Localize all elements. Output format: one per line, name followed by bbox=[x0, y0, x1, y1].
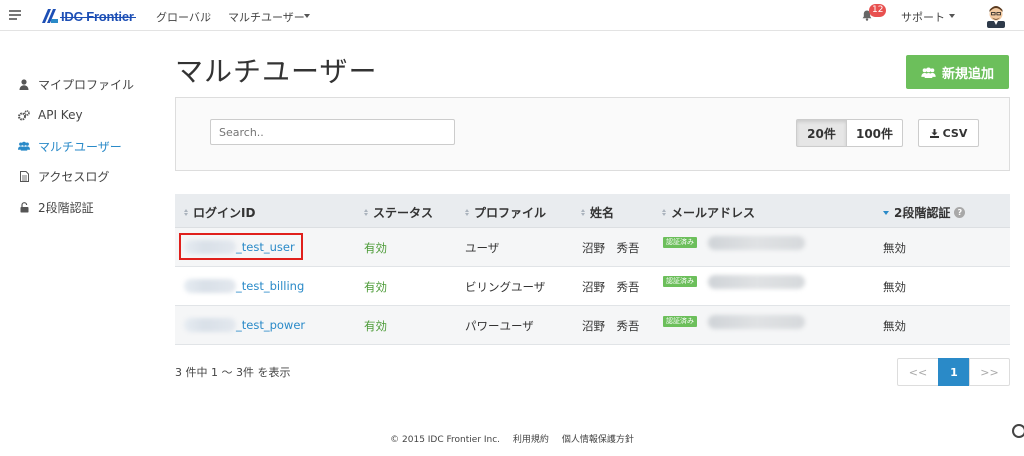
notification-badge: 12 bbox=[869, 4, 887, 17]
verified-badge: 認証済み bbox=[663, 237, 697, 248]
terms-link[interactable]: 利用規約 bbox=[513, 435, 549, 445]
verified-badge: 認証済み bbox=[663, 316, 697, 327]
footer: © 2015 IDC Frontier Inc. 利用規約 個人情報保護方針 bbox=[0, 432, 1024, 445]
redacted-email bbox=[708, 315, 805, 329]
document-icon bbox=[18, 170, 30, 182]
name-text: 沼野 秀吾 bbox=[582, 280, 640, 294]
column-header-email[interactable]: メールアドレス bbox=[662, 204, 755, 221]
logo-underline bbox=[60, 17, 136, 18]
download-icon bbox=[929, 128, 939, 138]
breadcrumb-separator: › bbox=[207, 8, 212, 21]
sort-icon bbox=[184, 209, 188, 216]
name-text: 沼野 秀吾 bbox=[582, 319, 640, 333]
status-text: 有効 bbox=[364, 241, 387, 255]
unlock-icon bbox=[18, 201, 30, 213]
user-icon bbox=[18, 78, 30, 90]
column-header-label: メールアドレス bbox=[671, 206, 756, 220]
profile-text: パワーユーザ bbox=[465, 319, 534, 333]
sort-icon bbox=[662, 209, 666, 216]
breadcrumb-global[interactable]: グローバル bbox=[156, 9, 211, 25]
logo[interactable]: IDC Frontier bbox=[42, 7, 134, 25]
login-id-link[interactable]: _test_billing bbox=[236, 279, 304, 293]
support-menu[interactable]: サポート bbox=[901, 9, 945, 25]
users-icon bbox=[18, 140, 30, 152]
column-header-label: ステータス bbox=[373, 206, 434, 220]
add-user-button[interactable]: 新規追加 bbox=[906, 55, 1009, 89]
sidebar-item-label: アクセスログ bbox=[38, 169, 110, 184]
users-icon bbox=[921, 66, 936, 78]
sidebar-item-my-profile[interactable]: マイプロファイル bbox=[18, 75, 134, 93]
redacted-email bbox=[708, 236, 805, 250]
pagination-next[interactable]: >> bbox=[969, 358, 1010, 386]
page-size-100-button[interactable]: 100件 bbox=[846, 119, 903, 147]
verified-badge: 認証済み bbox=[663, 276, 697, 287]
sidebar-item-multiuser[interactable]: マルチユーザー bbox=[18, 137, 122, 155]
status-text: 有効 bbox=[364, 319, 387, 333]
search-input[interactable] bbox=[210, 119, 455, 145]
column-header-label: 2段階認証 bbox=[894, 206, 951, 220]
column-header-name[interactable]: 姓名 bbox=[581, 204, 614, 221]
sidebar-item-two-factor[interactable]: 2段階認証 bbox=[18, 198, 94, 216]
pagination-page-1[interactable]: 1 bbox=[938, 358, 970, 386]
profile-text: ユーザ bbox=[465, 241, 500, 255]
privacy-link[interactable]: 個人情報保護方針 bbox=[562, 435, 634, 445]
two-factor-text: 無効 bbox=[883, 280, 906, 294]
logo-icon bbox=[42, 9, 58, 23]
column-header-status[interactable]: ステータス bbox=[364, 204, 433, 221]
copyright-text: © 2015 IDC Frontier Inc. bbox=[390, 435, 501, 445]
pagination-prev[interactable]: << bbox=[897, 358, 939, 386]
column-header-label: 姓名 bbox=[590, 206, 615, 220]
redacted-text bbox=[184, 318, 236, 332]
sidebar-item-label: API Key bbox=[38, 108, 83, 122]
result-count: 3 件中 1 ～ 3件 を表示 bbox=[175, 366, 291, 379]
page-size-20-button[interactable]: 20件 bbox=[796, 119, 847, 147]
sort-descending-icon bbox=[883, 210, 889, 215]
menu-icon[interactable] bbox=[9, 10, 21, 20]
sort-icon bbox=[364, 209, 368, 216]
login-id-link[interactable]: _test_power bbox=[236, 318, 305, 332]
chevron-down-icon[interactable] bbox=[304, 14, 310, 18]
scroll-top-icon[interactable] bbox=[1012, 424, 1024, 438]
add-user-button-label: 新規追加 bbox=[941, 66, 994, 82]
sidebar-item-label: マイプロファイル bbox=[38, 77, 135, 92]
highlight-box bbox=[179, 233, 303, 260]
sidebar-item-access-log[interactable]: アクセスログ bbox=[18, 167, 109, 185]
logo-text: IDC Frontier bbox=[61, 8, 134, 24]
csv-button-label: CSV bbox=[942, 126, 968, 140]
sidebar-item-api-key[interactable]: API Key bbox=[18, 106, 83, 124]
column-header-label: プロファイル bbox=[474, 206, 547, 220]
sort-icon bbox=[465, 209, 469, 216]
sidebar-item-label: マルチユーザー bbox=[38, 139, 122, 154]
name-text: 沼野 秀吾 bbox=[582, 241, 640, 255]
status-text: 有効 bbox=[364, 280, 387, 294]
two-factor-text: 無効 bbox=[883, 319, 906, 333]
gears-icon bbox=[18, 109, 30, 121]
page-title: マルチユーザー bbox=[175, 55, 378, 88]
column-header-login-id[interactable]: ログインID bbox=[184, 204, 255, 221]
redacted-email bbox=[708, 275, 805, 289]
chevron-down-icon[interactable] bbox=[949, 14, 955, 18]
top-bar: IDC Frontier グローバル › マルチユーザー 12 サポート bbox=[0, 0, 1024, 31]
column-header-profile[interactable]: プロファイル bbox=[465, 204, 546, 221]
column-header-label: ログインID bbox=[193, 206, 256, 220]
column-header-two-factor[interactable]: 2段階認証 ? bbox=[883, 204, 966, 221]
csv-download-button[interactable]: CSV bbox=[918, 119, 979, 147]
sort-icon bbox=[581, 209, 585, 216]
profile-text: ビリングユーザ bbox=[465, 280, 546, 294]
sidebar-item-label: 2段階認証 bbox=[38, 200, 94, 215]
breadcrumb-multiuser[interactable]: マルチユーザー bbox=[228, 9, 305, 25]
avatar[interactable] bbox=[985, 4, 1007, 28]
help-icon[interactable]: ? bbox=[954, 207, 966, 218]
redacted-text bbox=[184, 279, 236, 293]
two-factor-text: 無効 bbox=[883, 241, 906, 255]
